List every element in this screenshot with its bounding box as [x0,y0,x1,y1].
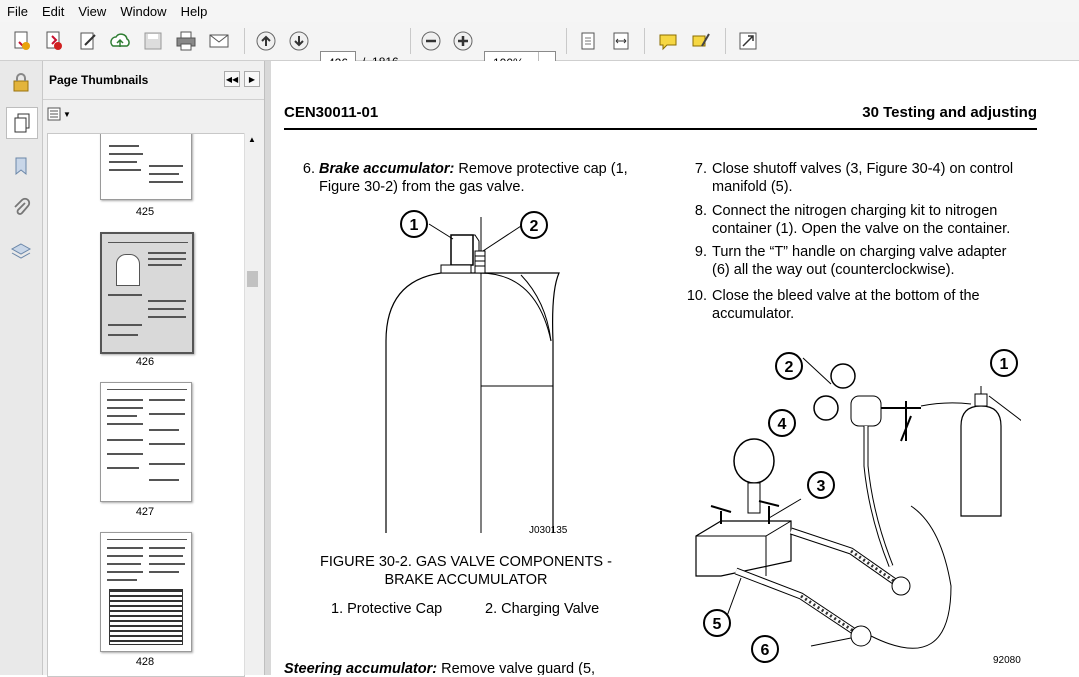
step-10: 10. Close the bleed valve at the bottom … [686,288,980,322]
step-6: 6. Brake accumulator: Remove protective … [302,161,628,195]
attachments-icon[interactable] [6,193,36,223]
steering-accumulator-text: Steering accumulator: Remove valve guard… [284,661,596,675]
comment-icon[interactable] [656,29,680,53]
thumbnails-panel: Page Thumbnails ◀◀ ▶ ▼ 425 426 427 428 ▲ [43,61,264,677]
svg-text:4: 4 [778,416,787,433]
callout-1-fig4: 1 [990,349,1018,377]
highlight-icon[interactable] [689,29,713,53]
thumbnail-scrollbar[interactable]: ▲ [244,133,261,675]
callout-2-fig2: 2 [520,211,548,239]
svg-text:1: 1 [1000,356,1009,373]
svg-text:1: 1 [410,217,419,234]
callout-2-fig4: 2 [775,352,803,380]
step-8: 8. Connect the nitrogen charging kit to … [694,203,1011,237]
doc-header-left: CEN30011-01 [284,104,379,121]
svg-text:2: 2 [785,359,794,376]
upload-icon[interactable] [108,29,132,53]
print-icon[interactable] [174,29,198,53]
thumbnail-page-selected[interactable] [100,232,194,354]
zoom-in-icon[interactable] [451,29,475,53]
callout-1-fig2: 1 [400,210,428,238]
thumbnail-options-button[interactable]: ▼ [47,105,75,123]
figure-30-4-code: 92080 [993,655,1021,666]
next-page-icon[interactable] [287,29,311,53]
svg-text:5: 5 [713,616,722,633]
thumbnail-label: 427 [135,506,155,518]
callout-5-fig4: 5 [703,609,731,637]
thumbnail-list: 425 426 427 428 [47,133,245,677]
collapse-right-icon[interactable]: ▶ [244,71,260,87]
fit-page-icon[interactable] [576,29,600,53]
thumbnail-label: 426 [135,356,155,368]
prev-page-icon[interactable] [254,29,278,53]
svg-text:2: 2 [530,218,539,235]
svg-text:6: 6 [761,642,770,659]
menu-edit[interactable]: Edit [35,4,71,19]
zoom-out-icon[interactable] [419,29,443,53]
lock-icon[interactable] [6,67,36,97]
figure-30-2-drawing [385,217,560,533]
menu-file[interactable]: File [0,4,35,19]
options-icon [47,107,61,121]
save-icon[interactable] [141,29,165,53]
step-9: 9. Turn the “T” handle on charging valve… [694,244,1007,278]
thumbnail-label: 428 [135,656,155,668]
scrollbar-thumb[interactable] [247,271,258,287]
thumbnail-page[interactable] [100,532,192,652]
layers-icon[interactable] [6,237,36,267]
bookmarks-icon[interactable] [6,151,36,181]
legend-item-1: 1. Protective Cap [331,601,443,617]
toolbar: 426 / 1816 100%▼ [0,22,1079,75]
figure-30-2-caption: FIGURE 30-2. GAS VALVE COMPONENTS - BRAK… [320,554,612,588]
export-icon[interactable] [42,29,66,53]
navigation-pane-strip [0,61,43,675]
thumbnail-page[interactable] [100,382,192,502]
edit-icon[interactable] [76,29,100,53]
doc-header-right: 30 Testing and adjusting [862,104,1037,121]
svg-text:3: 3 [817,478,826,495]
fullscreen-icon[interactable] [736,29,760,53]
email-icon[interactable] [207,29,231,53]
thumbnail-page[interactable] [100,134,192,200]
figure-30-2-code: J030135 [529,525,568,536]
step-7: 7. Close shutoff valves (3, Figure 30-4)… [694,161,1014,195]
panel-title: Page Thumbnails [49,73,149,87]
page-thumbnails-icon[interactable] [6,107,38,139]
figure-30-4-drawing [695,357,1021,649]
thumbnail-label: 425 [135,206,155,218]
legend-item-2: 2. Charging Valve [485,601,600,617]
callout-4-fig4: 4 [768,409,796,437]
panel-splitter[interactable] [264,61,271,675]
menu-help[interactable]: Help [174,4,215,19]
document-view: CEN30011-01 30 Testing and adjusting 6. … [271,61,1079,675]
menu-window[interactable]: Window [113,4,173,19]
fit-width-icon[interactable] [609,29,633,53]
header-rule [284,128,1037,130]
menu-view[interactable]: View [71,4,113,19]
create-icon[interactable] [10,29,34,53]
menu-bar: File Edit View Window Help [0,0,1079,23]
callout-3-fig4: 3 [807,471,835,499]
panel-header: Page Thumbnails ◀◀ ▶ [43,61,264,100]
scroll-up-icon[interactable]: ▲ [248,135,256,144]
callout-6-fig4: 6 [751,635,779,663]
collapse-left-icon[interactable]: ◀◀ [224,71,240,87]
